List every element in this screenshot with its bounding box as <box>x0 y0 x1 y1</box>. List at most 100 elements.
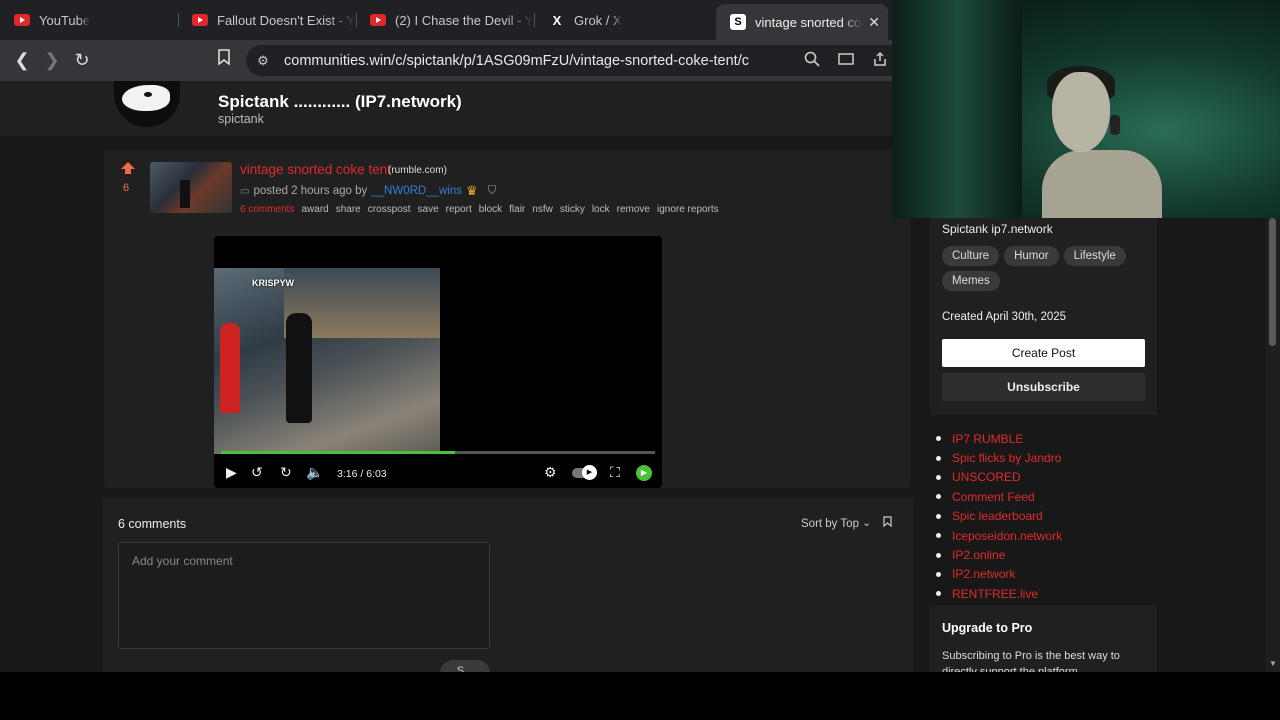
community-name: spictank <box>218 112 264 126</box>
post-title[interactable]: vintage snorted coke tent <box>240 162 391 177</box>
close-tab-icon[interactable]: ✕ <box>868 14 880 31</box>
tab-fallout[interactable]: Fallout Doesn't Exist - Yo <box>178 6 356 34</box>
action-report[interactable]: report <box>446 204 472 215</box>
settings-gear-icon[interactable]: ⚙ <box>544 464 557 481</box>
video-watermark: KRISPYW <box>252 278 295 288</box>
action-comments[interactable]: 6 comments <box>240 204 294 215</box>
posted-text: posted 2 hours ago by <box>253 185 368 197</box>
created-date: Created April 30th, 2025 <box>942 311 1067 323</box>
youtube-icon <box>370 14 386 26</box>
community-header: Spictank ............ (IP7.network) spic… <box>0 81 892 136</box>
x-icon: X <box>552 12 562 28</box>
video-frame[interactable]: KRISPYW <box>214 268 440 454</box>
webcam-person-head <box>1052 72 1110 152</box>
sidebar-link[interactable]: IP2.network <box>936 565 1062 584</box>
reload-button[interactable]: ↻ <box>70 48 94 72</box>
sidebar-link[interactable]: Spic leaderboard <box>936 507 1062 526</box>
sidebar-link[interactable]: Iceposeidon.network <box>936 526 1062 545</box>
sort-dropdown[interactable]: Sort by Top <box>801 518 859 530</box>
forward-icon[interactable]: ↻ <box>280 464 292 481</box>
cast-icon[interactable] <box>838 51 854 71</box>
post-thumbnail[interactable] <box>150 162 232 213</box>
browser-toolbar: ❮ ❯ ↻ ⚙ communities.win/c/spictank/p/1AS… <box>0 40 892 81</box>
zoom-icon[interactable] <box>804 51 820 71</box>
action-remove[interactable]: remove <box>617 204 650 215</box>
upgrade-pro-card: Upgrade to Pro Subscribing to Pro is the… <box>930 605 1157 672</box>
video-progress-bar[interactable] <box>221 451 655 454</box>
tab-youtube[interactable]: YouTube <box>0 6 178 34</box>
pro-title: Upgrade to Pro <box>942 621 1033 635</box>
tab-active-post[interactable]: S vintage snorted coke ✕ <box>716 4 888 40</box>
letterbox-bar <box>0 672 1280 720</box>
chevron-down-icon[interactable]: ⌄ <box>862 516 871 529</box>
tab-title: Fallout Doesn't Exist - Yo <box>217 12 356 28</box>
url-text[interactable]: communities.win/c/spictank/p/1ASG09mFzU/… <box>284 53 749 69</box>
rewind-icon[interactable]: ↺ <box>251 464 263 481</box>
bookmark-icon[interactable] <box>883 516 892 530</box>
tab-title: Grok / X <box>574 12 622 28</box>
create-post-button[interactable]: Create Post <box>942 339 1145 367</box>
post-domain[interactable]: (rumble.com) <box>388 165 447 176</box>
post-card: 6 vintage snorted coke tent (rumble.com)… <box>104 150 910 488</box>
action-award[interactable]: award <box>301 204 328 215</box>
video-person <box>220 323 240 413</box>
share-icon[interactable] <box>872 51 888 71</box>
youtube-icon <box>192 14 208 26</box>
action-lock[interactable]: lock <box>592 204 610 215</box>
youtube-icon <box>14 14 30 26</box>
site-settings-icon[interactable]: ⚙ <box>254 53 272 69</box>
shark-logo-icon <box>122 85 170 111</box>
tab-grok[interactable]: X Grok / X <box>535 6 713 34</box>
action-flair[interactable]: flair <box>509 204 525 215</box>
upvote-icon[interactable] <box>121 162 135 174</box>
headset-icon <box>1110 115 1120 135</box>
page-scrollbar[interactable]: ▼ <box>1266 218 1280 672</box>
autoplay-toggle[interactable] <box>572 465 597 480</box>
post-author[interactable]: __NW0RD__wins <box>371 185 462 197</box>
sidebar-community-info: Spictank ip7.network Culture Humor Lifes… <box>930 218 1157 415</box>
rumble-logo-icon[interactable]: ▶ <box>636 465 652 481</box>
volume-icon[interactable]: 🔈 <box>306 464 323 481</box>
vote-score: 6 <box>123 182 130 194</box>
tag-chip[interactable]: Culture <box>942 246 1000 266</box>
submit-comment-button[interactable]: S... <box>440 660 490 672</box>
sidebar-link[interactable]: Spic flicks by Jandro <box>936 448 1062 467</box>
video-player[interactable]: KRISPYW ▶ ↺ ↻ 🔈 3:16 / 6:03 ⚙ ⛶ ▶ <box>214 236 662 488</box>
tag-chip[interactable]: Lifestyle <box>1063 246 1126 266</box>
action-sticky[interactable]: sticky <box>560 204 585 215</box>
tag-chip[interactable]: Memes <box>942 271 1000 291</box>
community-title[interactable]: Spictank ............ (IP7.network) <box>218 92 462 112</box>
sidebar-link[interactable]: Comment Feed <box>936 487 1062 506</box>
address-bar[interactable]: ⚙ communities.win/c/spictank/p/1ASG09mFz… <box>246 45 892 76</box>
tag-chip[interactable]: Humor <box>1004 246 1059 266</box>
play-icon[interactable]: ▶ <box>226 464 237 481</box>
forward-button[interactable]: ❯ <box>40 48 64 72</box>
action-block[interactable]: block <box>479 204 502 215</box>
action-ignore-reports[interactable]: ignore reports <box>657 204 719 215</box>
community-logo[interactable] <box>114 81 180 127</box>
comment-input-box[interactable] <box>118 542 490 649</box>
tab-title: vintage snorted coke <box>755 14 863 30</box>
webcam-overlay <box>892 0 1280 218</box>
scroll-down-icon[interactable]: ▼ <box>1269 659 1277 668</box>
fullscreen-icon[interactable]: ⛶ <box>610 464 620 481</box>
sidebar-link[interactable]: UNSCORED <box>936 468 1062 487</box>
action-share[interactable]: share <box>336 204 361 215</box>
bookmark-icon[interactable] <box>212 48 236 72</box>
sidebar-link[interactable]: IP7 RUMBLE <box>936 429 1062 448</box>
tab-title: (2) I Chase the Devil - Yo <box>395 12 534 28</box>
back-button[interactable]: ❮ <box>10 48 34 72</box>
unsubscribe-button[interactable]: Unsubscribe <box>942 373 1145 401</box>
sidebar-link[interactable]: RENTFREE.live <box>936 584 1062 603</box>
sidebar-links: IP7 RUMBLE Spic flicks by Jandro UNSCORE… <box>936 429 1062 604</box>
action-nsfw[interactable]: nsfw <box>532 204 553 215</box>
scrollbar-thumb[interactable] <box>1269 218 1276 346</box>
sidebar-link[interactable]: IP2.online <box>936 545 1062 564</box>
action-crosspost[interactable]: crosspost <box>368 204 411 215</box>
comments-count: 6 comments <box>118 517 187 531</box>
action-save[interactable]: save <box>418 204 439 215</box>
video-progress-fill <box>221 451 456 454</box>
comment-input[interactable] <box>119 543 489 648</box>
tab-chase-devil[interactable]: (2) I Chase the Devil - Yo <box>356 6 534 34</box>
community-description: Spictank ip7.network <box>942 222 1053 236</box>
